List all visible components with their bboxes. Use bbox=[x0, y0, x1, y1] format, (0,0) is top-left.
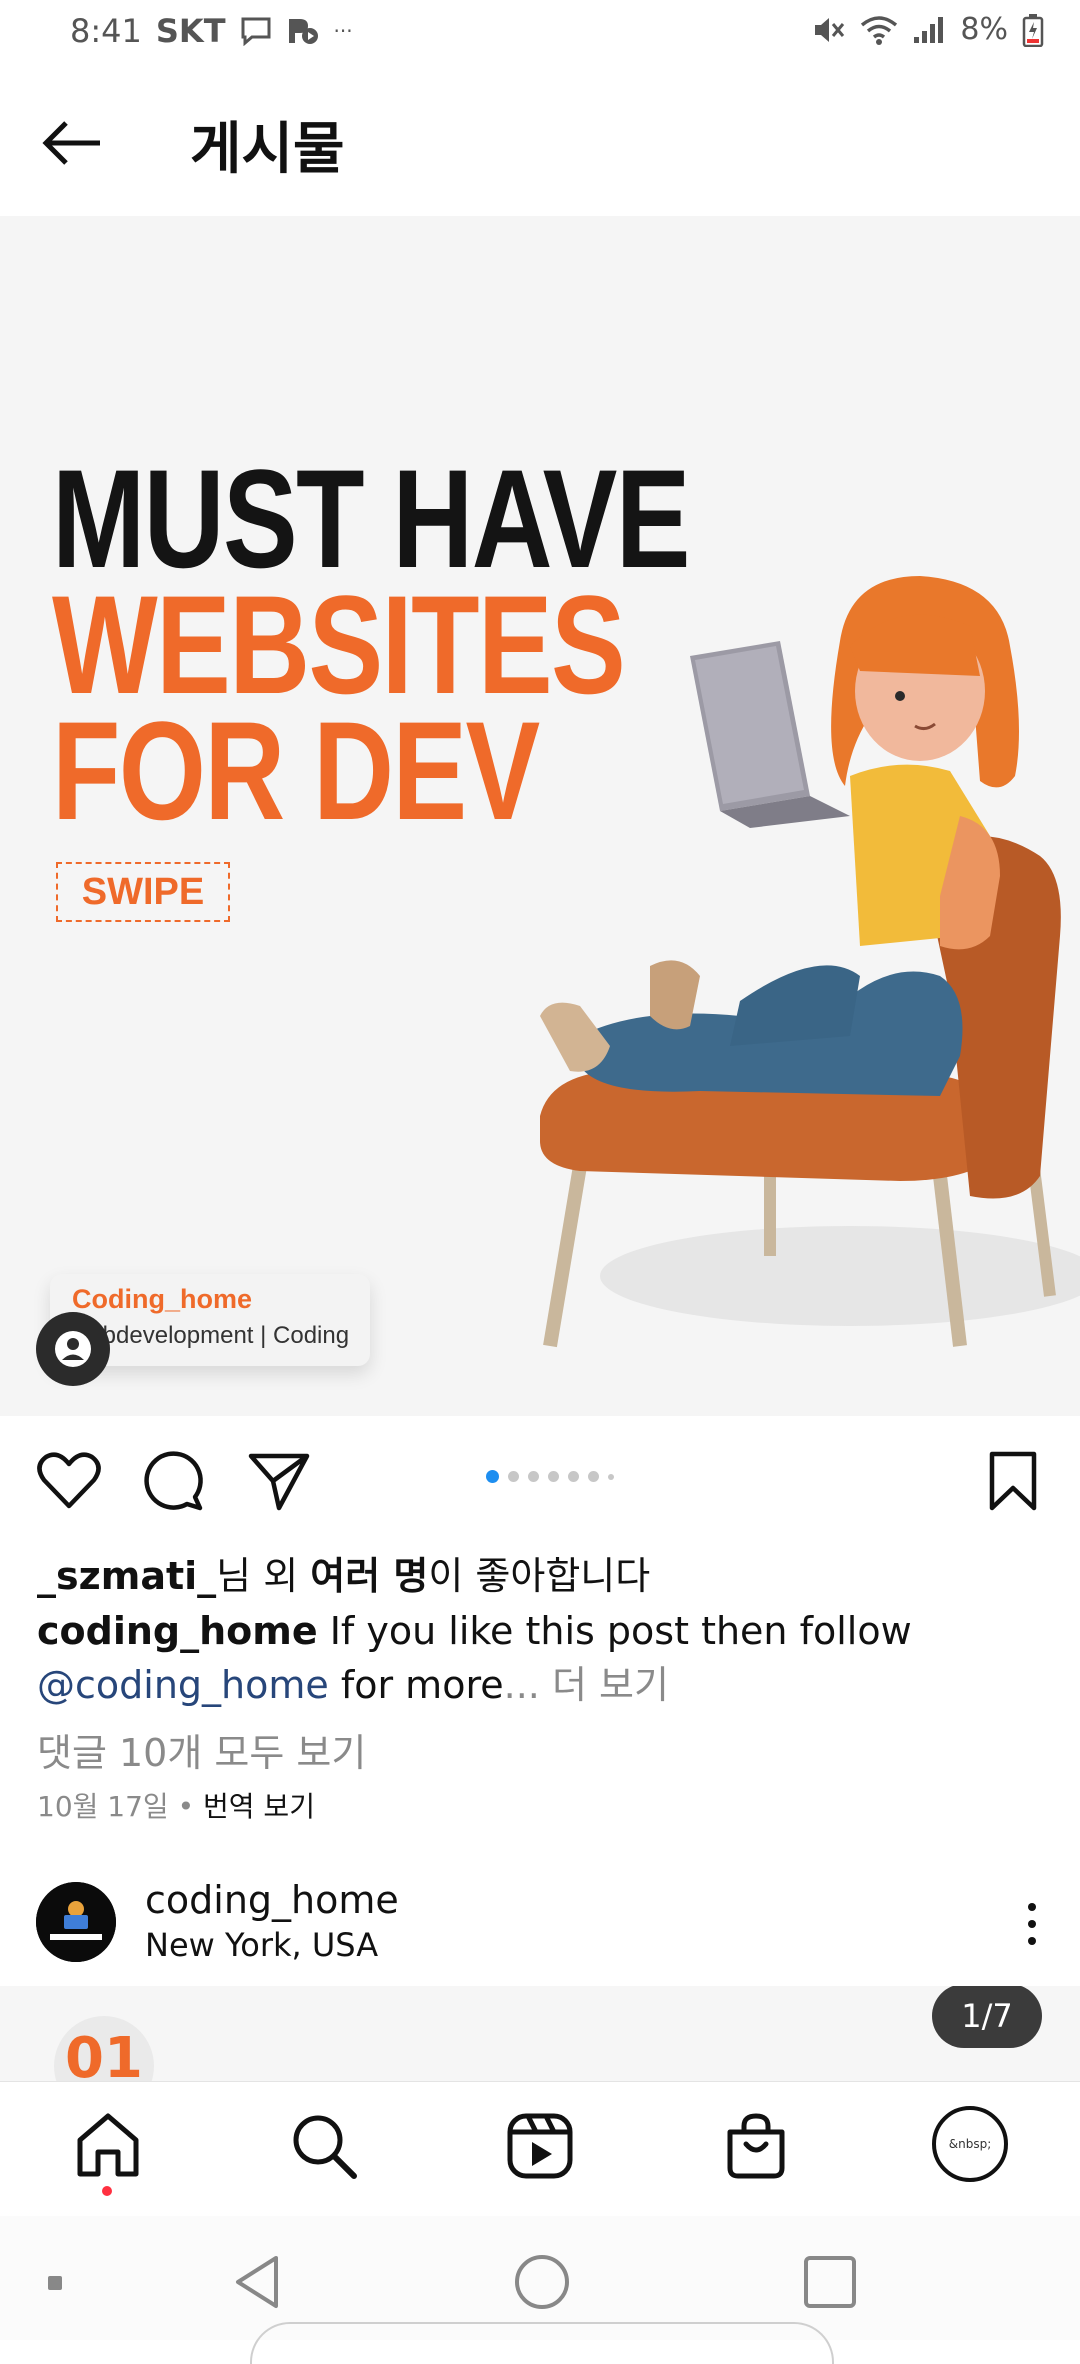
arrow-left-icon bbox=[42, 121, 100, 165]
sys-back-button[interactable] bbox=[228, 2252, 288, 2312]
next-post-header: coding_home New York, USA bbox=[0, 1860, 1080, 1987]
home-icon bbox=[77, 2113, 139, 2177]
share-button[interactable] bbox=[246, 1448, 312, 1514]
media-notification-icon bbox=[286, 16, 320, 46]
like-button[interactable] bbox=[36, 1448, 102, 1514]
date-separator: • bbox=[168, 1790, 204, 1823]
coding-home-logo-icon bbox=[36, 1882, 116, 1962]
likes-suffix: 이 좋아합니다 bbox=[428, 1554, 651, 1598]
post-date-row: 10월 17일 • 번역 보기 bbox=[37, 1785, 315, 1825]
gesture-handle[interactable] bbox=[250, 2322, 834, 2364]
comment-icon bbox=[144, 1451, 203, 1511]
profile-avatar-text: &nbsp; bbox=[948, 2137, 992, 2151]
nav-reels[interactable] bbox=[504, 2110, 576, 2182]
carousel-dot bbox=[508, 1471, 519, 1482]
caption-text: If you like this post then follow bbox=[317, 1609, 912, 1653]
carousel-dot bbox=[486, 1470, 499, 1483]
next-post-username[interactable]: coding_home bbox=[145, 1878, 399, 1922]
triangle-back-icon bbox=[236, 2256, 278, 2308]
carousel-dot bbox=[528, 1471, 539, 1482]
next-post-location[interactable]: New York, USA bbox=[145, 1926, 378, 1964]
page-title: 게시물 bbox=[190, 117, 345, 182]
app-header: 게시물 bbox=[0, 66, 1080, 217]
signal-icon bbox=[912, 15, 946, 45]
likes-summary[interactable]: _szmati_님 외 여러 명이 좋아합니다 bbox=[37, 1545, 650, 1600]
sys-home-button[interactable] bbox=[512, 2252, 572, 2312]
next-post-preview[interactable]: 01 1/7 bbox=[0, 1986, 1080, 2081]
nav-profile[interactable]: &nbsp; bbox=[932, 2106, 1008, 2182]
developer-illustration bbox=[540, 576, 1080, 1348]
wifi-icon bbox=[860, 14, 898, 46]
caption-rest: for more bbox=[328, 1663, 504, 1707]
liker-username[interactable]: _szmati_ bbox=[37, 1554, 216, 1598]
square-dot-icon bbox=[48, 2276, 62, 2290]
shopping-bag-icon bbox=[727, 2113, 785, 2179]
post-caption: coding_home If you like this post then f… bbox=[37, 1604, 1037, 1712]
tagged-accounts-button[interactable] bbox=[36, 1312, 110, 1386]
status-right: 8% bbox=[812, 12, 1044, 47]
bottom-nav: &nbsp; bbox=[0, 2081, 1080, 2217]
circle-home-icon bbox=[515, 2255, 569, 2309]
sys-recent-dot bbox=[40, 2268, 70, 2298]
battery-icon bbox=[1022, 13, 1044, 47]
search-icon bbox=[293, 2115, 357, 2179]
carousel-counter: 1/7 bbox=[932, 1986, 1042, 2048]
home-notification-dot bbox=[102, 2186, 112, 2196]
carousel-dot bbox=[548, 1471, 559, 1482]
sys-recents-button[interactable] bbox=[800, 2252, 860, 2312]
comment-button[interactable] bbox=[140, 1448, 206, 1514]
back-button[interactable] bbox=[40, 111, 104, 175]
nav-home[interactable] bbox=[72, 2110, 144, 2182]
likes-mid: 님 외 bbox=[216, 1554, 311, 1598]
status-carrier: SKT bbox=[155, 12, 226, 50]
person-icon bbox=[55, 1331, 91, 1367]
caption-mention[interactable]: @coding_home bbox=[37, 1663, 329, 1707]
system-navigation-bar bbox=[0, 2216, 1080, 2364]
carousel-dot bbox=[568, 1471, 579, 1482]
swipe-label: SWIPE bbox=[56, 862, 230, 922]
caption-username[interactable]: coding_home bbox=[37, 1609, 318, 1653]
more-options-button[interactable] bbox=[1020, 1902, 1044, 1946]
status-overflow: ··· bbox=[333, 19, 353, 43]
battery-percent: 8% bbox=[960, 12, 1008, 47]
more-vertical-icon bbox=[1028, 1903, 1036, 1945]
status-left: 8:41 SKT ··· bbox=[70, 12, 353, 50]
likes-others[interactable]: 여러 명 bbox=[310, 1554, 428, 1598]
carousel-dot bbox=[588, 1471, 599, 1482]
send-icon bbox=[248, 1453, 310, 1511]
brand-subtitle: webdevelopment | Coding bbox=[72, 1322, 350, 1349]
bookmark-icon bbox=[989, 1451, 1037, 1511]
message-notification-icon bbox=[240, 16, 272, 46]
post-date: 10월 17일 bbox=[37, 1790, 169, 1823]
save-button[interactable] bbox=[980, 1448, 1046, 1514]
nav-shop[interactable] bbox=[720, 2110, 792, 2182]
view-all-comments-link[interactable]: 댓글 10개 모두 보기 bbox=[37, 1722, 366, 1777]
brand-name: Coding_home bbox=[72, 1284, 252, 1314]
mute-icon bbox=[812, 14, 846, 46]
status-bar: 8:41 SKT ··· 8% bbox=[0, 0, 1080, 66]
caption-ellipsis: ... bbox=[503, 1663, 540, 1707]
status-time: 8:41 bbox=[70, 12, 142, 50]
square-recents-icon bbox=[804, 2256, 856, 2308]
carousel-indicator bbox=[486, 1470, 614, 1483]
nav-search[interactable] bbox=[288, 2110, 360, 2182]
heart-icon bbox=[37, 1452, 101, 1509]
post-image[interactable]: MUST HAVE WEBSITES FOR DEV SWIPE Coding_… bbox=[0, 216, 1080, 1416]
preview-slide-number: 01 bbox=[54, 2016, 154, 2081]
translate-link[interactable]: 번역 보기 bbox=[203, 1790, 315, 1823]
see-more-link[interactable]: 더 보기 bbox=[540, 1663, 669, 1707]
reels-icon bbox=[507, 2113, 573, 2179]
avatar[interactable] bbox=[36, 1882, 116, 1962]
carousel-dot bbox=[608, 1473, 614, 1480]
